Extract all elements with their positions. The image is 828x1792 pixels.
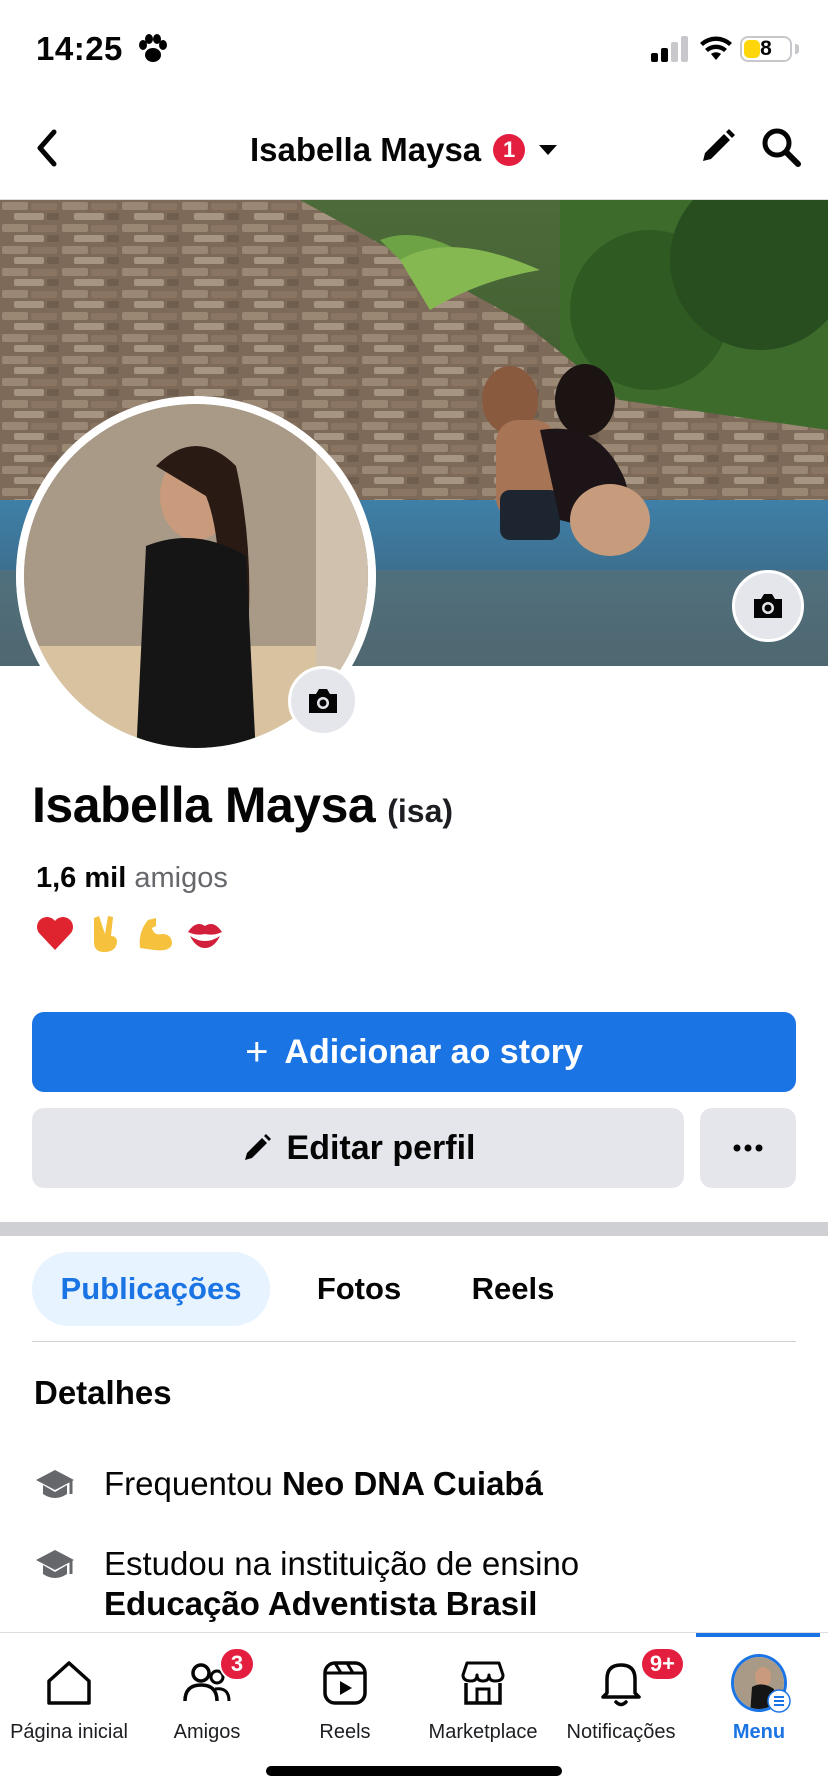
profile-switcher[interactable]: Isabella Maysa 1 (250, 128, 559, 172)
tab-reels[interactable]: Reels (448, 1252, 578, 1326)
battery-cap (795, 44, 799, 54)
home-indicator (266, 1766, 562, 1776)
tabbar-label: Reels (319, 1721, 371, 1743)
graduation-cap-icon (36, 1550, 74, 1578)
bell-icon-wrap: 9+ (593, 1647, 685, 1711)
wifi-icon (700, 36, 732, 60)
more-options-button[interactable] (700, 1108, 796, 1188)
cover-camera-button[interactable] (732, 570, 804, 642)
header-title: Isabella Maysa (250, 131, 482, 168)
reels-icon (323, 1661, 367, 1705)
detail-school[interactable]: Educação Adventista Brasil (104, 1585, 537, 1622)
header-notification-badge: 1 (493, 134, 526, 166)
tabbar-home[interactable]: Página inicial (0, 1633, 138, 1753)
friends-label: amigos (134, 862, 228, 894)
profile-tabs: Publicações Fotos Reels (32, 1252, 796, 1342)
graduation-cap-icon (36, 1470, 74, 1498)
tabbar-label: Notificações (566, 1721, 676, 1743)
status-bar: 14:25 8 (0, 0, 828, 100)
friends-icon-wrap: 3 (179, 1647, 255, 1711)
profile-nickname: (isa) (387, 793, 454, 829)
paw-icon (139, 34, 167, 62)
friends-badge: 3 (219, 1647, 255, 1681)
friends-count-link[interactable]: 1,6 mil amigos (36, 862, 228, 895)
profile-name-row: Isabella Maysa (isa) (32, 776, 453, 834)
details-title: Detalhes (34, 1374, 172, 1411)
tabbar-label: Página inicial (10, 1721, 128, 1743)
menu-avatar-wrap (731, 1654, 791, 1713)
tabbar-notifications[interactable]: 9+ Notificações (552, 1633, 690, 1753)
tabbar-label: Marketplace (428, 1721, 538, 1743)
battery-indicator: 8 (740, 36, 792, 62)
add-story-label: Adicionar ao story (284, 1032, 583, 1071)
more-dots-icon (733, 1144, 763, 1152)
edit-profile-button[interactable]: Editar perfil (32, 1108, 684, 1188)
bio-emojis (34, 912, 226, 954)
friends-count: 1,6 mil (36, 862, 127, 894)
tabbar-marketplace[interactable]: Marketplace (414, 1633, 552, 1753)
tabbar-friends[interactable]: 3 Amigos (138, 1633, 276, 1753)
tabbar-reels[interactable]: Reels (276, 1633, 414, 1753)
menu-hamburger-icon (767, 1689, 791, 1713)
detail-prefix: Estudou na instituição de ensino (104, 1545, 580, 1582)
edit-profile-label: Editar perfil (286, 1128, 476, 1167)
tabbar-label: Amigos (173, 1721, 241, 1743)
pencil-icon[interactable] (697, 127, 737, 167)
kiss-mark-emoji (188, 924, 222, 948)
detail-school[interactable]: Neo DNA Cuiabá (282, 1465, 543, 1502)
notifications-badge: 9+ (639, 1647, 685, 1681)
cellular-signal-icon (651, 36, 688, 62)
flexed-biceps-emoji (139, 918, 172, 951)
camera-icon (754, 594, 782, 618)
status-time: 14:25 (36, 30, 123, 67)
nav-header: Isabella Maysa 1 (0, 100, 828, 200)
pencil-icon (244, 1134, 271, 1160)
camera-icon (309, 689, 337, 713)
caret-down-icon (539, 145, 558, 155)
section-divider (0, 1222, 828, 1236)
detail-prefix: Frequentou (104, 1465, 273, 1502)
marketplace-icon (461, 1661, 505, 1705)
home-icon (47, 1661, 91, 1705)
avatar-camera-button[interactable] (288, 666, 358, 736)
battery-level: 8 (760, 37, 772, 60)
tab-fotos[interactable]: Fotos (294, 1252, 424, 1326)
detail-item: Frequentou Neo DNA Cuiabá (34, 1464, 543, 1506)
victory-hand-emoji (94, 916, 117, 952)
heart-emoji (37, 917, 73, 950)
add-story-button[interactable]: + Adicionar ao story (32, 1012, 796, 1092)
plus-icon: + (245, 1030, 269, 1074)
search-icon[interactable] (760, 126, 802, 168)
tabbar-menu[interactable]: Menu (690, 1633, 828, 1753)
detail-item: Estudou na instituição de ensino Educaçã… (34, 1544, 579, 1624)
tabbar-label: Menu (732, 1721, 786, 1743)
profile-name: Isabella Maysa (32, 777, 376, 833)
back-chevron-icon[interactable] (32, 126, 62, 170)
tab-publicacoes[interactable]: Publicações (32, 1252, 270, 1326)
